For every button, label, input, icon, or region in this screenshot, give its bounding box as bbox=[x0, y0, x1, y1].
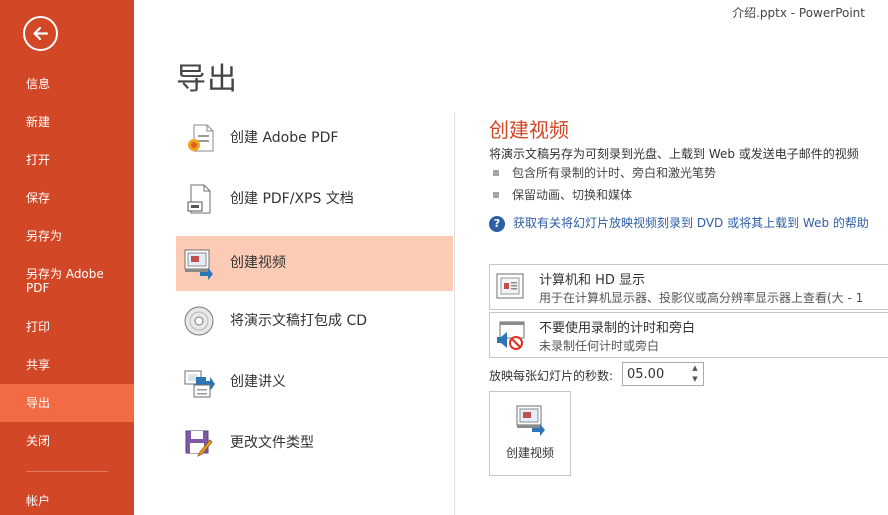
nav-print[interactable]: 打印 bbox=[0, 308, 134, 346]
computer-display-icon bbox=[496, 273, 524, 299]
handouts-icon bbox=[184, 370, 215, 398]
create-video-button[interactable]: 创建视频 bbox=[489, 391, 571, 476]
help-question-icon: ? bbox=[489, 216, 505, 232]
option-change-file-type[interactable]: 更改文件类型 bbox=[176, 416, 453, 471]
adobe-pdf-icon bbox=[188, 124, 214, 152]
nav-new[interactable]: 新建 bbox=[0, 103, 134, 141]
dropdown-title: 计算机和 HD 显示 bbox=[539, 273, 646, 288]
option-label: 创建 PDF/XPS 文档 bbox=[230, 191, 354, 207]
bullet-marker bbox=[493, 170, 499, 176]
seconds-per-slide-input[interactable] bbox=[623, 363, 687, 385]
pane-divider bbox=[454, 112, 455, 515]
option-create-video[interactable]: 创建视频 bbox=[176, 236, 453, 291]
backstage-sidebar: 信息 新建 打开 保存 另存为 另存为 Adobe PDF 打印 共享 导出 关… bbox=[0, 0, 134, 515]
nav-export[interactable]: 导出 bbox=[0, 384, 134, 422]
change-file-type-icon bbox=[185, 430, 213, 457]
option-create-adobe-pdf[interactable]: 创建 Adobe PDF bbox=[176, 111, 453, 166]
bullet-marker bbox=[493, 192, 499, 198]
back-arrow-icon bbox=[33, 26, 49, 41]
create-video-icon bbox=[516, 405, 545, 436]
option-label: 将演示文稿打包成 CD bbox=[230, 313, 368, 329]
option-package-cd[interactable]: 将演示文稿打包成 CD bbox=[176, 294, 453, 349]
nav-account[interactable]: 帐户 bbox=[0, 482, 134, 515]
option-label: 创建 Adobe PDF bbox=[230, 130, 339, 146]
pdf-xps-document-icon bbox=[187, 184, 211, 214]
detail-title: 创建视频 bbox=[489, 118, 569, 142]
help-link-text[interactable]: 获取有关将幻灯片放映视频刻录到 DVD 或将其上载到 Web 的帮助 bbox=[513, 216, 869, 230]
nav-share[interactable]: 共享 bbox=[0, 346, 134, 384]
create-video-button-label: 创建视频 bbox=[505, 446, 554, 460]
nav-close[interactable]: 关闭 bbox=[0, 422, 134, 460]
spin-up-icon[interactable]: ▲ bbox=[687, 363, 703, 374]
back-button[interactable] bbox=[23, 16, 58, 51]
help-link[interactable]: ? 获取有关将幻灯片放映视频刻录到 DVD 或将其上载到 Web 的帮助 bbox=[489, 214, 869, 232]
detail-description: 将演示文稿另存为可刻录到光盘、上载到 Web 或发送电子邮件的视频 bbox=[489, 147, 859, 161]
video-quality-dropdown[interactable]: 计算机和 HD 显示 用于在计算机显示器、投影仪或高分辨率显示器上查看(大 - … bbox=[489, 264, 888, 310]
dropdown-subtitle: 未录制任何计时或旁白 bbox=[539, 339, 660, 353]
option-create-handouts[interactable]: 创建讲义 bbox=[176, 355, 453, 410]
cd-disc-icon bbox=[184, 306, 214, 336]
option-label: 创建视频 bbox=[230, 255, 286, 271]
no-narration-icon bbox=[497, 321, 525, 350]
window-title: 介绍.pptx - PowerPoint bbox=[732, 6, 865, 20]
timing-narration-dropdown[interactable]: 不要使用录制的计时和旁白 未录制任何计时或旁白 bbox=[489, 312, 888, 358]
nav-save[interactable]: 保存 bbox=[0, 179, 134, 217]
seconds-per-slide-stepper[interactable]: ▲ ▼ bbox=[622, 362, 704, 386]
create-video-icon bbox=[184, 249, 213, 280]
option-label: 更改文件类型 bbox=[230, 435, 314, 451]
sidebar-divider bbox=[26, 471, 108, 472]
nav-save-as[interactable]: 另存为 bbox=[0, 217, 134, 255]
option-label: 创建讲义 bbox=[230, 374, 286, 390]
spin-down-icon[interactable]: ▼ bbox=[687, 374, 703, 385]
nav-info[interactable]: 信息 bbox=[0, 65, 134, 103]
dropdown-title: 不要使用录制的计时和旁白 bbox=[539, 321, 696, 336]
bullet-text: 保留动画、切换和媒体 bbox=[512, 188, 633, 202]
nav-save-as-adobe-pdf[interactable]: 另存为 Adobe PDF bbox=[0, 262, 134, 304]
page-title: 导出 bbox=[176, 62, 238, 97]
feature-bullet: 保留动画、切换和媒体 bbox=[493, 186, 632, 203]
nav-open[interactable]: 打开 bbox=[0, 141, 134, 179]
bullet-text: 包含所有录制的计时、旁白和激光笔势 bbox=[512, 166, 717, 180]
feature-bullet: 包含所有录制的计时、旁白和激光笔势 bbox=[493, 164, 716, 181]
dropdown-subtitle: 用于在计算机显示器、投影仪或高分辨率显示器上查看(大 - 1 bbox=[539, 291, 864, 305]
seconds-per-slide-label: 放映每张幻灯片的秒数: bbox=[489, 369, 614, 383]
option-create-pdf-xps[interactable]: 创建 PDF/XPS 文档 bbox=[176, 172, 453, 227]
